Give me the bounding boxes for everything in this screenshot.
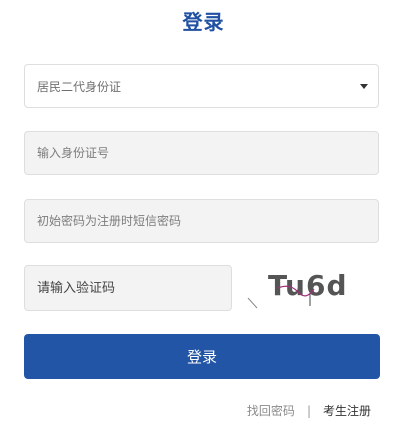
- chevron-down-icon: [360, 83, 368, 89]
- id-type-selected-value: 居民二代身份证: [37, 79, 122, 94]
- id-number-input[interactable]: [24, 131, 379, 175]
- captcha-input[interactable]: [24, 265, 232, 311]
- id-type-select[interactable]: 居民二代身份证: [24, 64, 379, 108]
- page-title: 登录: [182, 10, 225, 34]
- link-separator: |: [306, 403, 311, 418]
- captcha-text: Tu6d: [268, 269, 347, 302]
- login-button[interactable]: 登录: [24, 334, 380, 379]
- captcha-image[interactable]: Tu6d: [242, 262, 362, 314]
- footer-links: 找回密码 | 考生注册: [247, 402, 371, 419]
- password-input[interactable]: [24, 199, 379, 243]
- login-panel: 登录 居民二代身份证 Tu6d 登录 找回密码 | 考生注册: [0, 0, 407, 425]
- register-link[interactable]: 考生注册: [323, 402, 371, 419]
- forgot-password-link[interactable]: 找回密码: [247, 402, 295, 419]
